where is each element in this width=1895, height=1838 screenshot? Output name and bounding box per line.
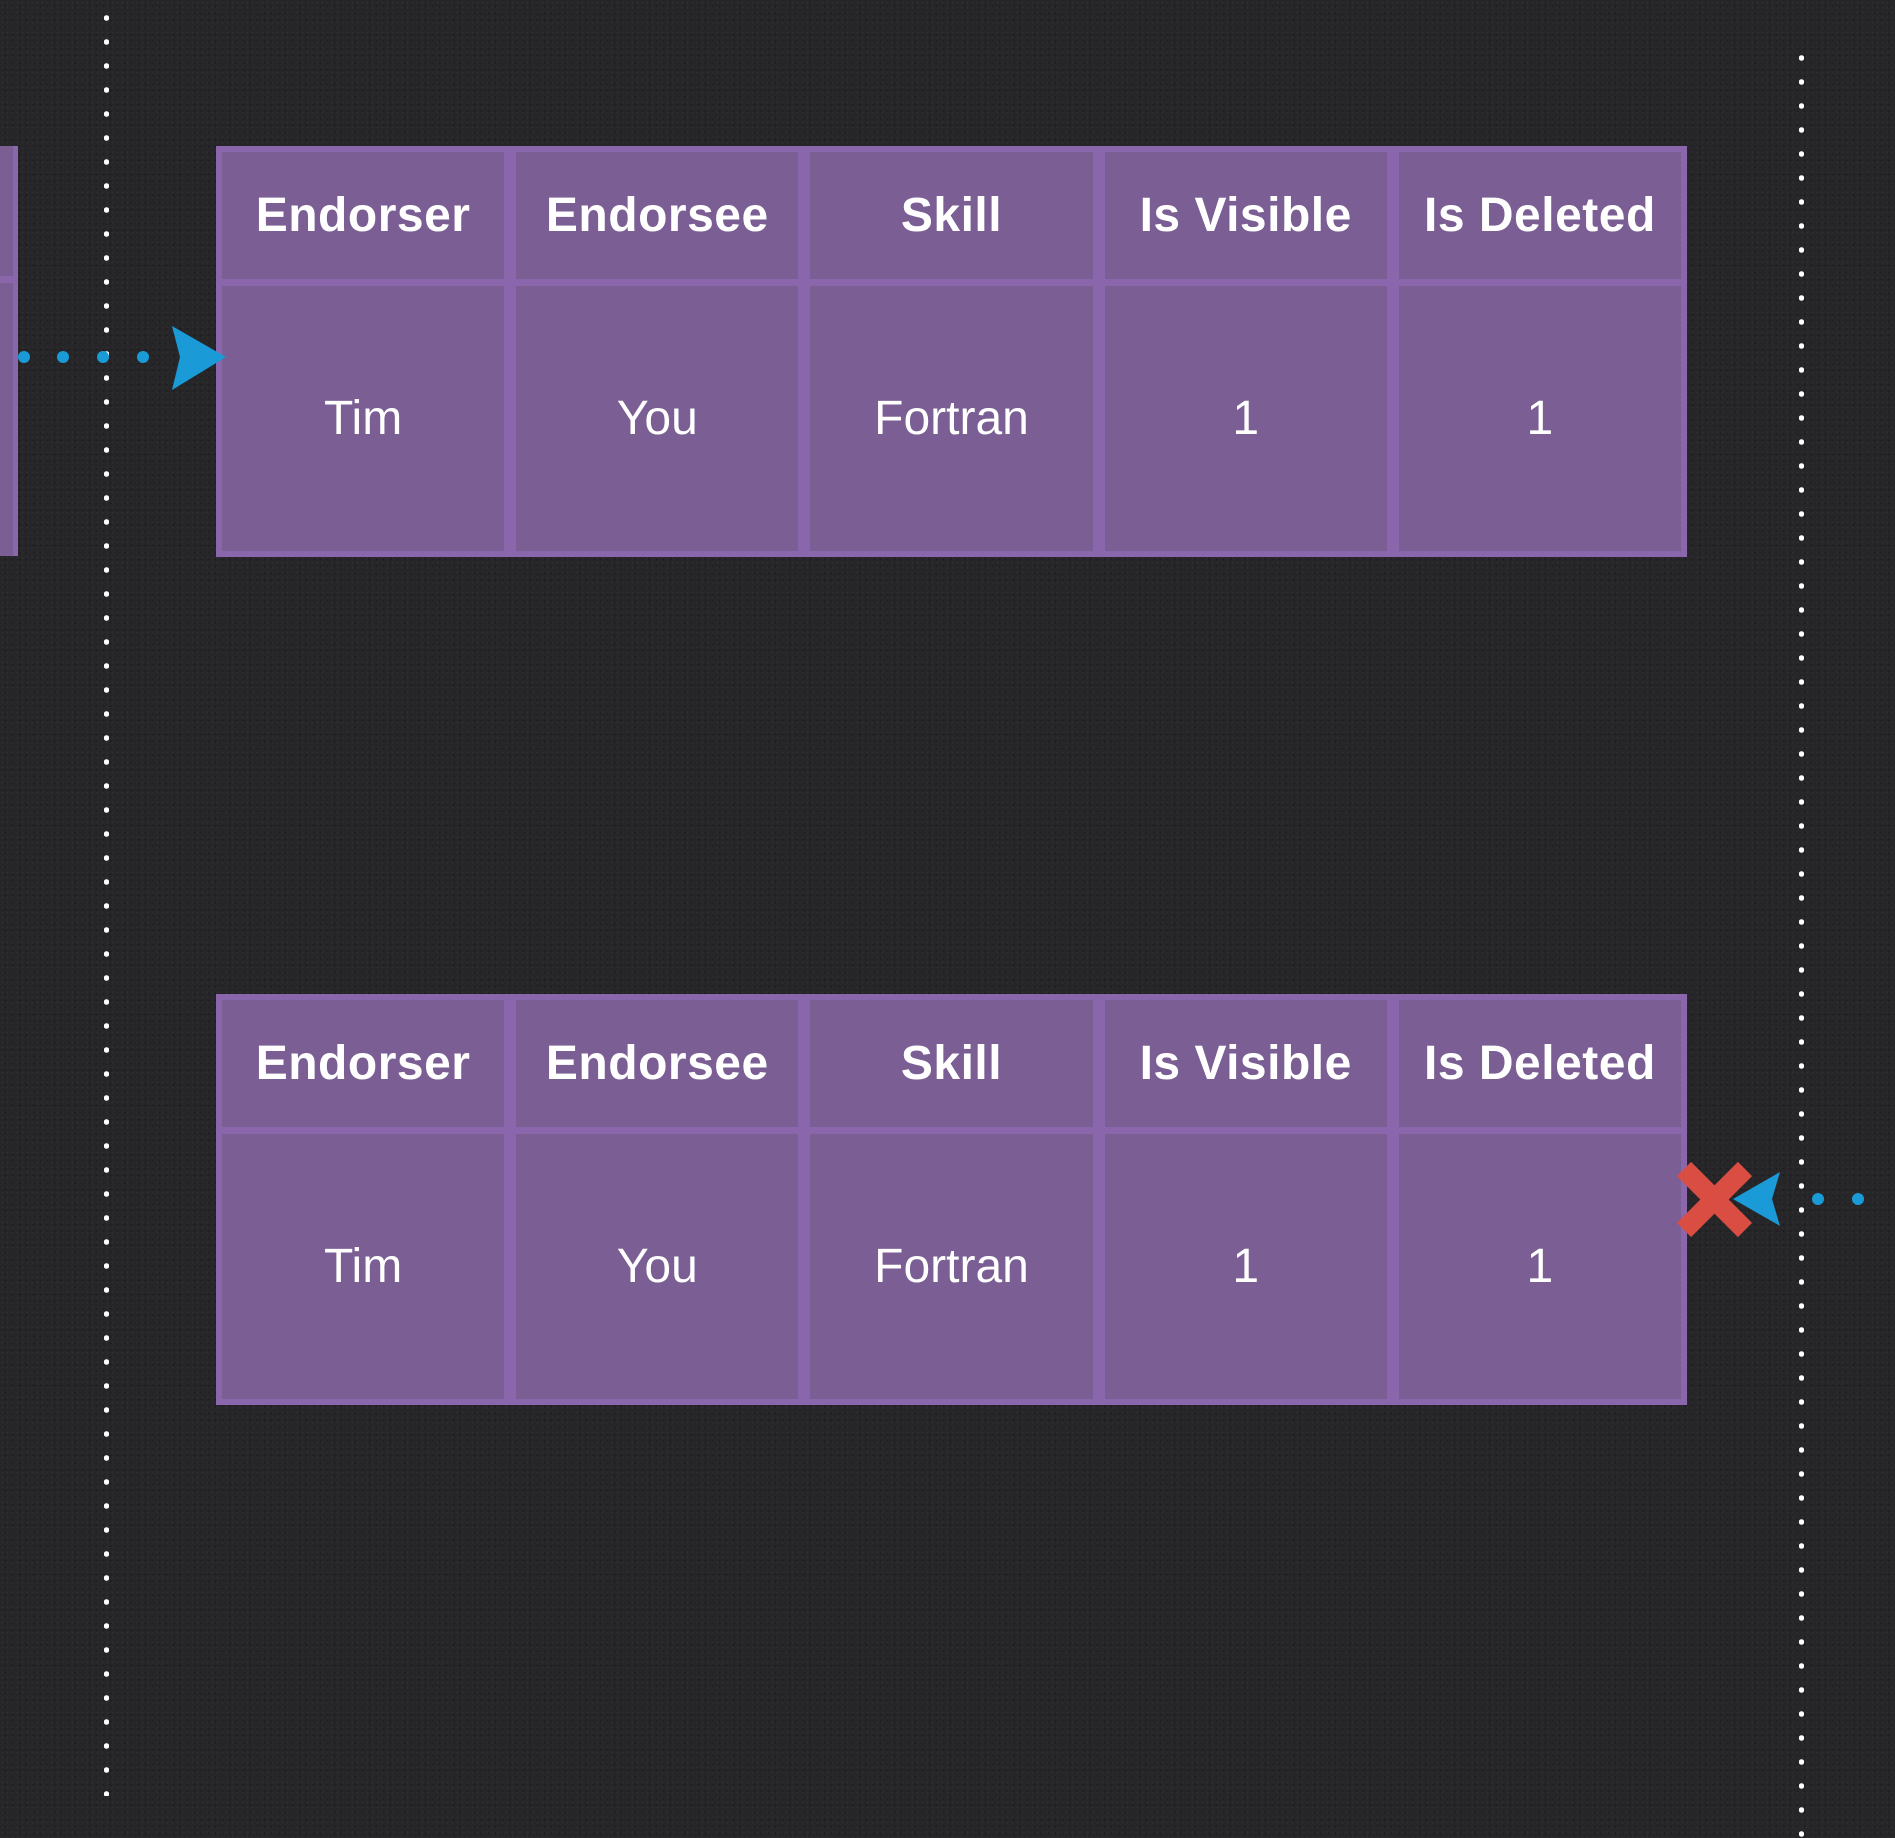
arrow-dot: [97, 351, 109, 363]
arrow-dot: [18, 351, 30, 363]
arrow-dot: [1852, 1193, 1864, 1205]
connector-overlay: [18, 326, 1864, 1238]
arrow-left-icon: [1733, 1172, 1864, 1226]
arrow-dot: [57, 351, 69, 363]
arrow-head: [172, 326, 226, 390]
arrow-dot: [137, 351, 149, 363]
arrow-dot: [1812, 1193, 1824, 1205]
arrow-right-icon: [18, 326, 226, 390]
